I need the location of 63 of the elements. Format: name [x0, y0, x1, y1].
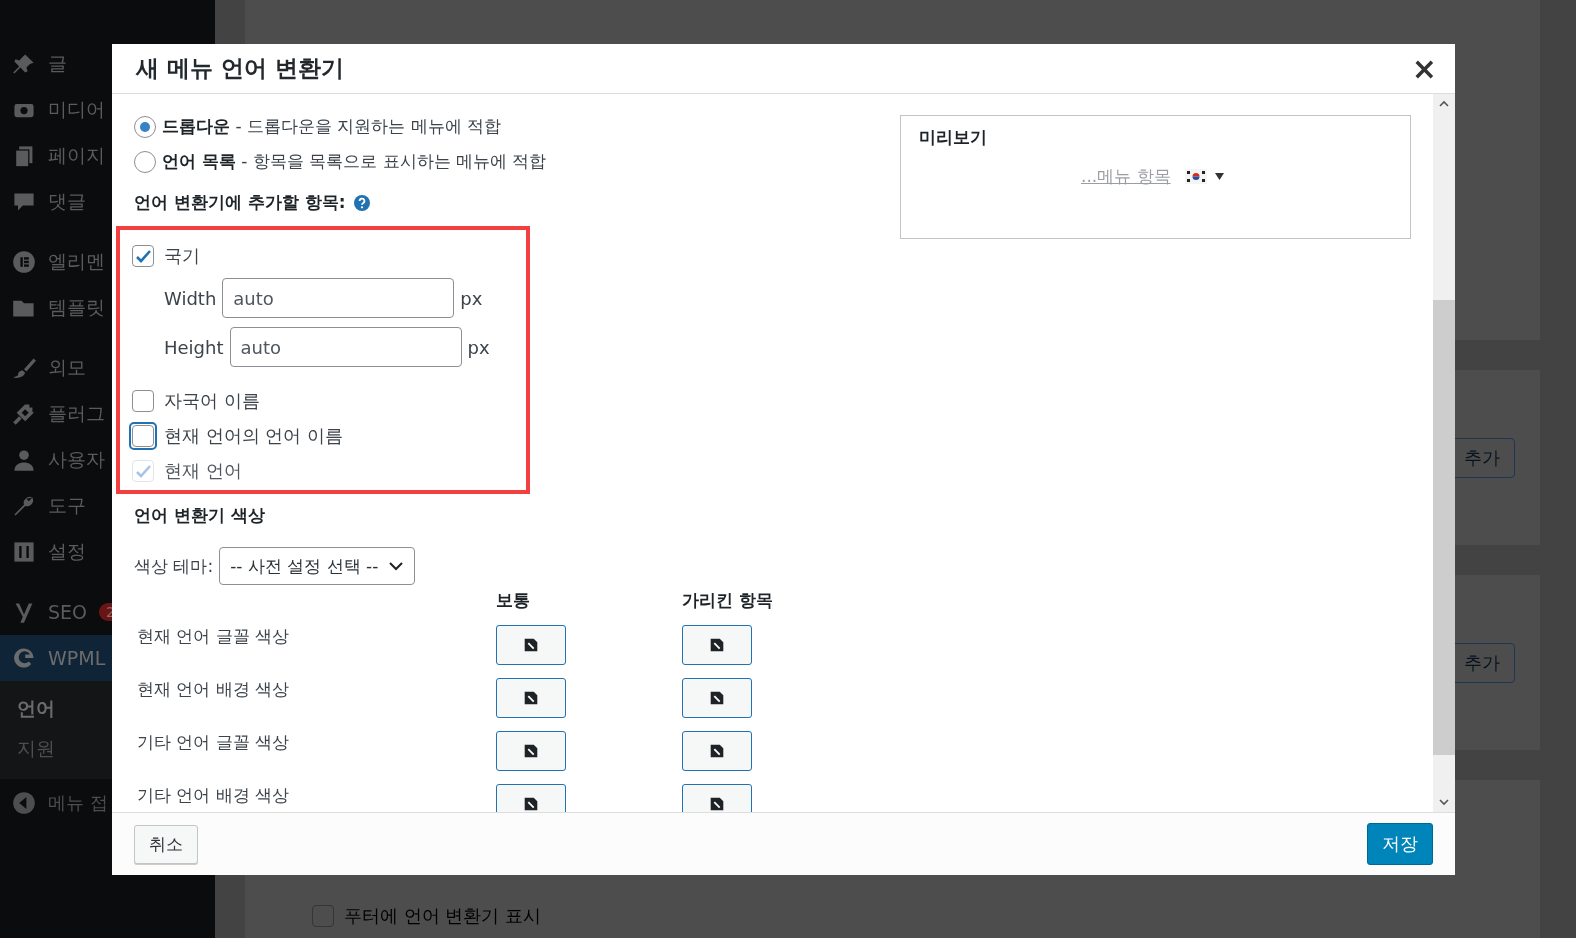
theme-dropdown[interactable]: -- 사전 설정 선택 --: [219, 547, 416, 585]
person-icon: [12, 448, 36, 472]
scrollbar[interactable]: [1433, 94, 1455, 812]
plug-icon: [12, 402, 36, 426]
color-picker-button[interactable]: [682, 678, 752, 718]
radio-button[interactable]: [134, 115, 156, 138]
section-heading: 언어 변환기 색상: [134, 504, 265, 527]
radio-label: 드롭다운 - 드롭다운을 지원하는 메뉴에 적합: [162, 115, 502, 138]
cancel-button[interactable]: 취소: [134, 824, 198, 864]
row-label: 기타 언어 글꼴 색상: [136, 731, 291, 754]
size-input[interactable]: auto: [229, 327, 462, 367]
dialog-title: 새 메뉴 언어 변환기: [136, 54, 345, 83]
checkbox-label: 국기: [164, 243, 200, 268]
edit-icon: [708, 795, 726, 812]
color-picker-button[interactable]: [496, 678, 566, 718]
edit-icon: [522, 689, 540, 707]
flag-icon: [1184, 169, 1207, 184]
edit-icon: [522, 636, 540, 654]
save-button[interactable]: 저장: [1367, 823, 1433, 865]
color-picker-button[interactable]: [496, 784, 566, 812]
checkbox[interactable]: [132, 244, 154, 267]
collapse-menu-link[interactable]: 메뉴 접: [48, 791, 108, 815]
edit-icon: [708, 636, 726, 654]
size-input[interactable]: auto: [222, 278, 455, 318]
checkbox-label: 푸터에 언어 변환기 표시: [344, 904, 542, 928]
brush-icon: [12, 356, 36, 380]
column-header: 가리킨 항목: [682, 589, 774, 612]
section-heading: 언어 변환기에 추가할 항목:: [134, 191, 346, 214]
caret-icon[interactable]: [1214, 173, 1224, 180]
color-picker-button[interactable]: [682, 625, 752, 665]
color-picker-button[interactable]: [496, 625, 566, 665]
field-label: Height: [164, 336, 224, 358]
edit-icon: [708, 689, 726, 707]
edit-icon: [522, 742, 540, 760]
scroll-down-icon[interactable]: [1438, 796, 1450, 808]
color-picker-button[interactable]: [682, 784, 752, 812]
edit-icon: [522, 795, 540, 812]
edit-icon: [708, 742, 726, 760]
preview-title: 미리보기: [919, 126, 988, 149]
unit-label: px: [467, 336, 490, 358]
checkbox-label: 현재 언어의 언어 이름: [164, 423, 344, 448]
checkbox[interactable]: [312, 905, 334, 927]
checkbox[interactable]: [132, 389, 154, 412]
sliders-icon: [12, 540, 36, 564]
help-icon[interactable]: [353, 194, 370, 211]
unit-label: px: [460, 287, 483, 309]
swirl-icon: [12, 646, 36, 670]
radio-label: 언어 목록 - 항목을 목록으로 표시하는 메뉴에 적합: [162, 150, 547, 173]
row-label: 기타 언어 배경 색상: [136, 784, 291, 807]
color-picker-button[interactable]: [496, 731, 566, 771]
close-button[interactable]: ×: [1405, 53, 1443, 84]
menu-item-link[interactable]: ...메뉴 항목: [1081, 165, 1171, 188]
checkbox-label: 현재 언어: [164, 458, 242, 483]
field-label: Width: [164, 287, 217, 309]
column-header: 보통: [496, 589, 531, 612]
radio-button[interactable]: [134, 150, 156, 173]
checkbox-label: 자국어 이름: [164, 388, 260, 413]
wrench-icon: [12, 494, 36, 518]
circle-e-icon: [12, 250, 36, 274]
color-picker-button[interactable]: [682, 731, 752, 771]
field-label: 색상 테마:: [134, 554, 214, 578]
row-label: 현재 언어 배경 색상: [136, 678, 291, 701]
pin-icon: [12, 52, 36, 76]
